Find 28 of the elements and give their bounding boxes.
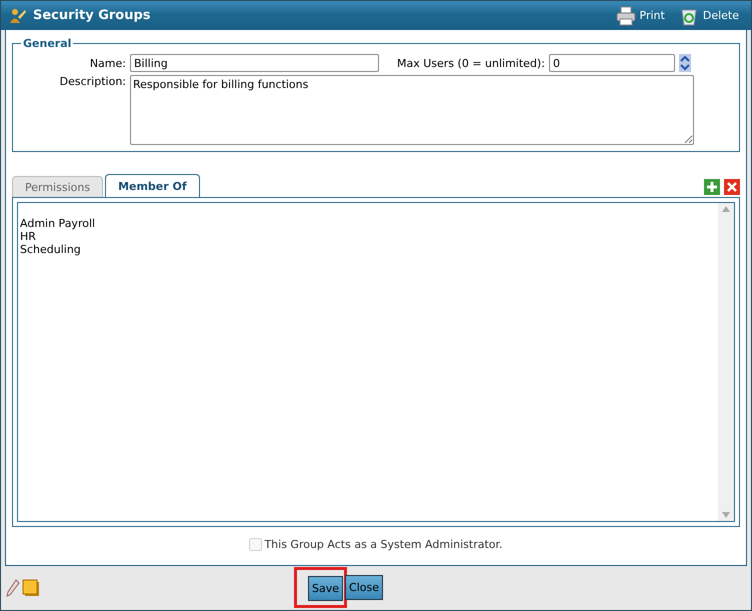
dialog-button[interactable]: Close — [345, 575, 383, 600]
name-label: Name: — [88, 56, 126, 70]
scroll-up-icon[interactable] — [722, 206, 730, 212]
scroll-down-icon[interactable] — [722, 512, 730, 518]
description-label: Description: — [58, 75, 126, 88]
note-icon[interactable] — [22, 579, 40, 597]
list-item[interactable]: Scheduling — [20, 243, 716, 256]
name-field[interactable]: Billing — [130, 54, 379, 72]
window-title: Security Groups — [33, 8, 151, 23]
dialog-button[interactable]: Save — [308, 576, 344, 601]
max-users-label: Max Users (0 = unlimited): — [397, 56, 545, 70]
add-icon[interactable] — [704, 179, 720, 195]
description-field[interactable]: Responsible for billing functions — [130, 75, 694, 145]
pencil-icon[interactable] — [6, 579, 20, 597]
max-users-field[interactable]: 0 — [548, 54, 675, 72]
tab[interactable]: Member Of — [105, 174, 200, 198]
spinner-icon[interactable] — [678, 54, 691, 72]
list-item[interactable]: Admin Payroll — [20, 217, 716, 230]
people-key-icon — [9, 6, 27, 24]
checkbox-label: This Group Acts as a System Administrator. — [264, 538, 503, 551]
printer-icon — [616, 6, 636, 26]
list-item[interactable]: HR — [20, 230, 716, 243]
remove-icon[interactable] — [724, 179, 740, 195]
section-legend: General — [21, 37, 74, 50]
scrollbar[interactable] — [718, 203, 734, 521]
delete-button[interactable]: Delete — [674, 6, 743, 26]
tab[interactable]: Permissions — [12, 176, 104, 198]
print-button[interactable]: Print — [612, 6, 669, 26]
